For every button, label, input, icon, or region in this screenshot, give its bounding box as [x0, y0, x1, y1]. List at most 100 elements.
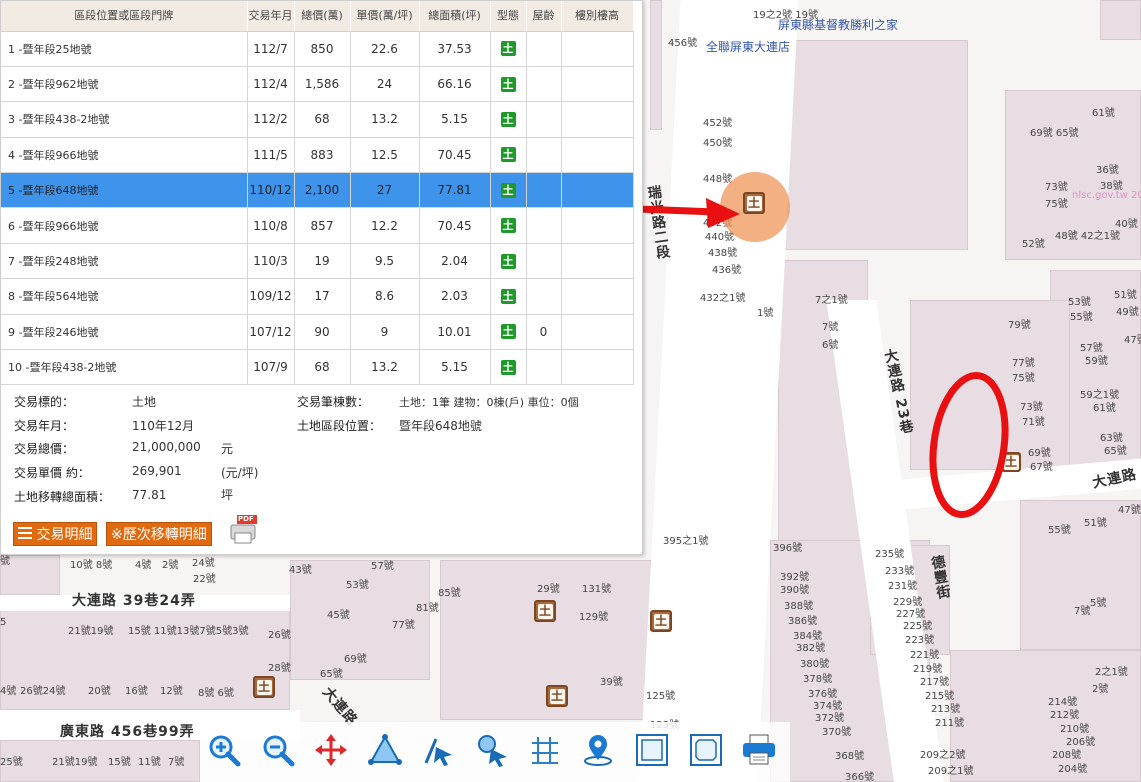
- transfer-history-button[interactable]: ※歷次移轉明細: [106, 522, 212, 546]
- cell-area: 5.15: [419, 101, 491, 138]
- land-type-icon: 土: [500, 253, 516, 269]
- cell-type: 土: [490, 31, 527, 67]
- cell-age: 0: [526, 314, 562, 351]
- cell-unit-price: 13.2: [350, 101, 420, 138]
- table-row[interactable]: 7 -暨年段248地號 110/3 19 9.5 2.04 土: [1, 243, 634, 280]
- cell-location: 5 -暨年段648地號: [1, 172, 248, 209]
- cell-floor: [561, 137, 634, 174]
- cell-type: 土: [490, 207, 527, 244]
- col-location[interactable]: 區段位置或區段門牌: [1, 1, 248, 32]
- pan-icon[interactable]: [311, 730, 351, 770]
- pdf-badge: PDF: [238, 515, 254, 523]
- measure-area-icon[interactable]: [365, 730, 405, 770]
- cell-date: 107/9: [247, 349, 295, 386]
- cell-unit-price: 12.2: [350, 207, 420, 244]
- table-row[interactable]: 10 -暨年段438-2地號 107/9 68 13.2 5.15 土: [1, 349, 634, 386]
- cell-age: [526, 243, 562, 280]
- col-floor[interactable]: 樓別樓高: [561, 1, 634, 32]
- cell-area: 66.16: [419, 66, 491, 103]
- cell-unit-price: 8.6: [350, 278, 420, 315]
- cell-total: 19: [294, 243, 351, 280]
- detail-location-value: 暨年段648地號: [399, 419, 482, 433]
- table-row[interactable]: 6 -暨年段966地號 110/8 857 12.2 70.45 土: [1, 207, 634, 244]
- detail-label: 交易總價：: [14, 442, 75, 456]
- cell-floor: [561, 101, 634, 138]
- col-date[interactable]: 交易年月: [247, 1, 295, 32]
- cell-total: 2,100: [294, 172, 351, 209]
- cell-area: 2.03: [419, 278, 491, 315]
- cell-area: 2.04: [419, 243, 491, 280]
- land-type-icon: 土: [500, 218, 516, 234]
- cell-total: 17: [294, 278, 351, 315]
- detail-location: 土地區段位置：: [297, 417, 381, 434]
- cell-location: 2 -暨年段962地號: [1, 66, 248, 103]
- land-type-icon: 土: [500, 182, 516, 198]
- cell-total: 883: [294, 137, 351, 174]
- cell-location: 3 -暨年段438-2地號: [1, 101, 248, 138]
- cell-total: 1,586: [294, 66, 351, 103]
- print-icon[interactable]: [739, 730, 779, 770]
- transaction-detail-button[interactable]: 交易明細: [13, 522, 98, 547]
- cell-floor: [561, 349, 634, 386]
- col-area[interactable]: 總面積(坪): [419, 1, 491, 32]
- cell-total: 857: [294, 207, 351, 244]
- cell-age: [526, 207, 562, 244]
- land-type-icon: 土: [500, 324, 516, 340]
- col-age[interactable]: 屋齡: [526, 1, 562, 32]
- zoom-out-icon[interactable]: [258, 730, 298, 770]
- cell-floor: [561, 66, 634, 103]
- pdf-print-icon[interactable]: PDF: [227, 515, 259, 545]
- detail-label: 土地移轉總面積：: [14, 490, 111, 504]
- identify-icon[interactable]: [472, 730, 512, 770]
- frame-alt-icon[interactable]: [686, 730, 726, 770]
- grid-icon[interactable]: [525, 730, 565, 770]
- table-row-selected[interactable]: 5 -暨年段648地號 110/12 2,100 27 77.81 土: [1, 172, 634, 209]
- cell-date: 107/12: [247, 314, 295, 351]
- col-total[interactable]: 總價(萬): [294, 1, 351, 32]
- detail-label: 交易筆棟數：: [297, 395, 370, 409]
- detail-total-unit: 元: [221, 442, 234, 456]
- frame-icon[interactable]: [632, 730, 672, 770]
- cell-date: 110/12: [247, 172, 295, 209]
- detail-label: 交易年月：: [14, 419, 75, 433]
- cell-date: 112/4: [247, 66, 295, 103]
- list-icon: [18, 523, 32, 547]
- cell-unit-price: 9.5: [350, 243, 420, 280]
- cell-area: 37.53: [419, 31, 491, 67]
- cell-date: 111/5: [247, 137, 295, 174]
- detail-count: 交易筆棟數：: [297, 393, 369, 410]
- col-unit-price[interactable]: 單價(萬/坪): [350, 1, 420, 32]
- locate-icon[interactable]: [578, 730, 618, 770]
- table-row[interactable]: 1 -暨年段25地號 112/7 850 22.6 37.53 土: [1, 31, 634, 67]
- cell-floor: [561, 314, 634, 351]
- cell-floor: [561, 31, 634, 67]
- cell-type: 土: [490, 349, 527, 386]
- cell-area: 10.01: [419, 314, 491, 351]
- table-row[interactable]: 4 -暨年段966地號 111/5 883 12.5 70.45 土: [1, 137, 634, 174]
- select-icon[interactable]: [419, 730, 459, 770]
- transaction-table: 區段位置或區段門牌 交易年月 總價(萬) 單價(萬/坪) 總面積(坪) 型態 屋…: [1, 1, 634, 386]
- cell-total: 68: [294, 101, 351, 138]
- detail-label: 交易單價 約：: [14, 466, 90, 480]
- detail-target-value: 土地: [132, 395, 157, 409]
- cell-unit-price: 22.6: [350, 31, 420, 67]
- table-row[interactable]: 2 -暨年段962地號 112/4 1,586 24 66.16 土: [1, 66, 634, 103]
- land-type-icon: 土: [500, 76, 516, 92]
- zoom-in-icon[interactable]: [204, 730, 244, 770]
- detail-count-value: 土地：1筆 建物：0棟(戶) 車位：0個: [399, 396, 579, 409]
- cell-date: 112/2: [247, 101, 295, 138]
- table-row[interactable]: 3 -暨年段438-2地號 112/2 68 13.2 5.15 土: [1, 101, 634, 138]
- cell-total: 850: [294, 31, 351, 67]
- col-type[interactable]: 型態: [490, 1, 527, 32]
- cell-total: 90: [294, 314, 351, 351]
- table-row[interactable]: 9 -暨年段246地號 107/12 90 9 10.01 土 0: [1, 314, 634, 351]
- table-row[interactable]: 8 -暨年段564地號 109/12 17 8.6 2.03 土: [1, 278, 634, 315]
- detail-unit-value: 269,901: [132, 464, 182, 478]
- cell-area: 5.15: [419, 349, 491, 386]
- detail-area-value: 77.81: [132, 488, 167, 502]
- detail-total-value: 21,000,000: [132, 440, 201, 454]
- cell-date: 110/3: [247, 243, 295, 280]
- button-label: ※歷次移轉明細: [111, 527, 207, 543]
- map-toolbar: [200, 722, 790, 782]
- annotation-ellipse: [929, 372, 1009, 518]
